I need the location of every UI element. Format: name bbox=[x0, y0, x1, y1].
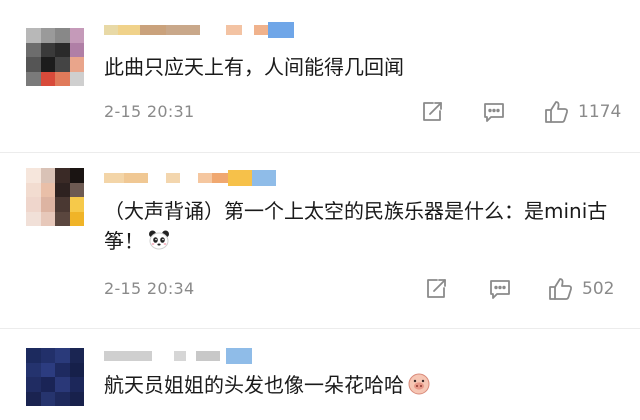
avatar[interactable] bbox=[26, 168, 84, 226]
comment-text-content: 航天员姐姐的头发也像一朵花哈哈 bbox=[104, 373, 404, 397]
comment-text-content: 此曲只应天上有，人间能得几回闻 bbox=[104, 55, 404, 79]
comment-meta: 2-15 20:34 502 bbox=[104, 277, 624, 303]
username[interactable] bbox=[104, 22, 294, 38]
pig-face-emoji bbox=[408, 373, 430, 403]
divider bbox=[0, 328, 640, 329]
comment-button[interactable] bbox=[488, 277, 512, 301]
divider bbox=[0, 152, 640, 153]
comment-text: 航天员姐姐的头发也像一朵花哈哈 bbox=[104, 370, 624, 403]
comment-text-content: （大声背诵）第一个上太空的民族乐器是什么：是mini古筝！ bbox=[104, 199, 608, 253]
share-button[interactable] bbox=[424, 277, 448, 301]
panda-emoji bbox=[148, 229, 170, 259]
comment-button[interactable] bbox=[482, 100, 506, 124]
timestamp: 2-15 20:31 bbox=[104, 102, 195, 121]
avatar[interactable] bbox=[26, 28, 84, 86]
comment-text: 此曲只应天上有，人间能得几回闻 bbox=[104, 52, 624, 82]
share-icon bbox=[423, 102, 442, 121]
username[interactable] bbox=[104, 170, 276, 186]
timestamp: 2-15 20:34 bbox=[104, 279, 195, 298]
like-count: 1174 bbox=[578, 102, 622, 122]
avatar[interactable] bbox=[26, 348, 84, 406]
thumbs-up-icon bbox=[545, 101, 569, 123]
share-button[interactable] bbox=[420, 100, 444, 124]
share-icon bbox=[427, 279, 446, 298]
like-button[interactable]: 502 bbox=[548, 277, 614, 301]
comment-icon bbox=[484, 103, 504, 122]
comment-meta: 2-15 20:31 1174 bbox=[104, 100, 624, 126]
like-count: 502 bbox=[582, 279, 615, 299]
like-button[interactable]: 1174 bbox=[544, 100, 621, 124]
username[interactable] bbox=[104, 348, 252, 364]
thumbs-up-icon bbox=[549, 278, 573, 300]
comment-icon bbox=[490, 280, 510, 299]
comment-text: （大声背诵）第一个上太空的民族乐器是什么：是mini古筝！ bbox=[104, 196, 624, 259]
